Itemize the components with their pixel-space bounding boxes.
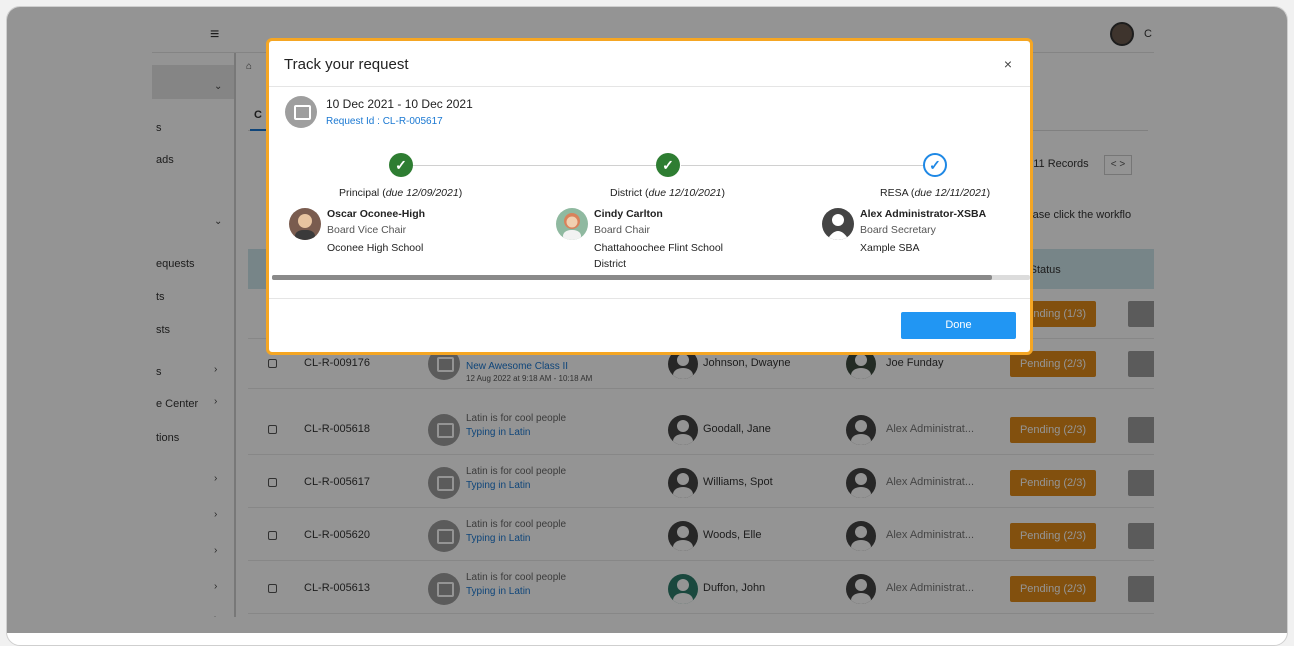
- check-circle-icon: ✓: [923, 153, 947, 177]
- approver-name: Cindy Carlton: [594, 208, 663, 220]
- step-label-district: District (due 12/10/2021): [610, 187, 726, 199]
- done-button[interactable]: Done: [901, 312, 1016, 339]
- avatar: [822, 208, 854, 240]
- approver-org: Oconee High School: [327, 242, 424, 254]
- approver-name: Oscar Oconee-High: [327, 208, 426, 220]
- check-icon: ✓: [656, 153, 680, 177]
- check-icon: ✓: [389, 153, 413, 177]
- request-id-link[interactable]: Request Id : CL-R-005617: [326, 116, 443, 127]
- modal-title: Track your request: [284, 56, 409, 73]
- approver-role: Board Secretary: [860, 224, 936, 236]
- avatar: [289, 208, 321, 240]
- track-request-modal: Track your request × 10 Dec 2021 - 10 De…: [266, 38, 1033, 355]
- avatar: [556, 208, 588, 240]
- approver-role: Board Vice Chair: [327, 224, 407, 236]
- workflow-connector: [681, 165, 931, 166]
- step-label-resa: RESA (due 12/11/2021): [880, 187, 991, 199]
- modal-header: Track your request ×: [269, 41, 1030, 87]
- step-label-principal: Principal (due 12/09/2021): [339, 187, 463, 199]
- window-frame: ≡ C ⌄ s ads ⌄ equests ts sts s › e Cente…: [6, 6, 1288, 646]
- class-icon: [285, 96, 317, 128]
- approver-org: Xample SBA: [860, 242, 920, 254]
- footer-divider: [269, 298, 1030, 299]
- close-icon[interactable]: ×: [1004, 56, 1012, 72]
- scrollbar-thumb[interactable]: [272, 275, 992, 280]
- workflow-connector: [411, 165, 665, 166]
- approver-role: Board Chair: [594, 224, 651, 236]
- approver-org: Chattahoochee Flint School District: [594, 242, 723, 270]
- approver-name: Alex Administrator-XSBA: [860, 208, 987, 220]
- request-dates: 10 Dec 2021 - 10 Dec 2021: [326, 97, 473, 111]
